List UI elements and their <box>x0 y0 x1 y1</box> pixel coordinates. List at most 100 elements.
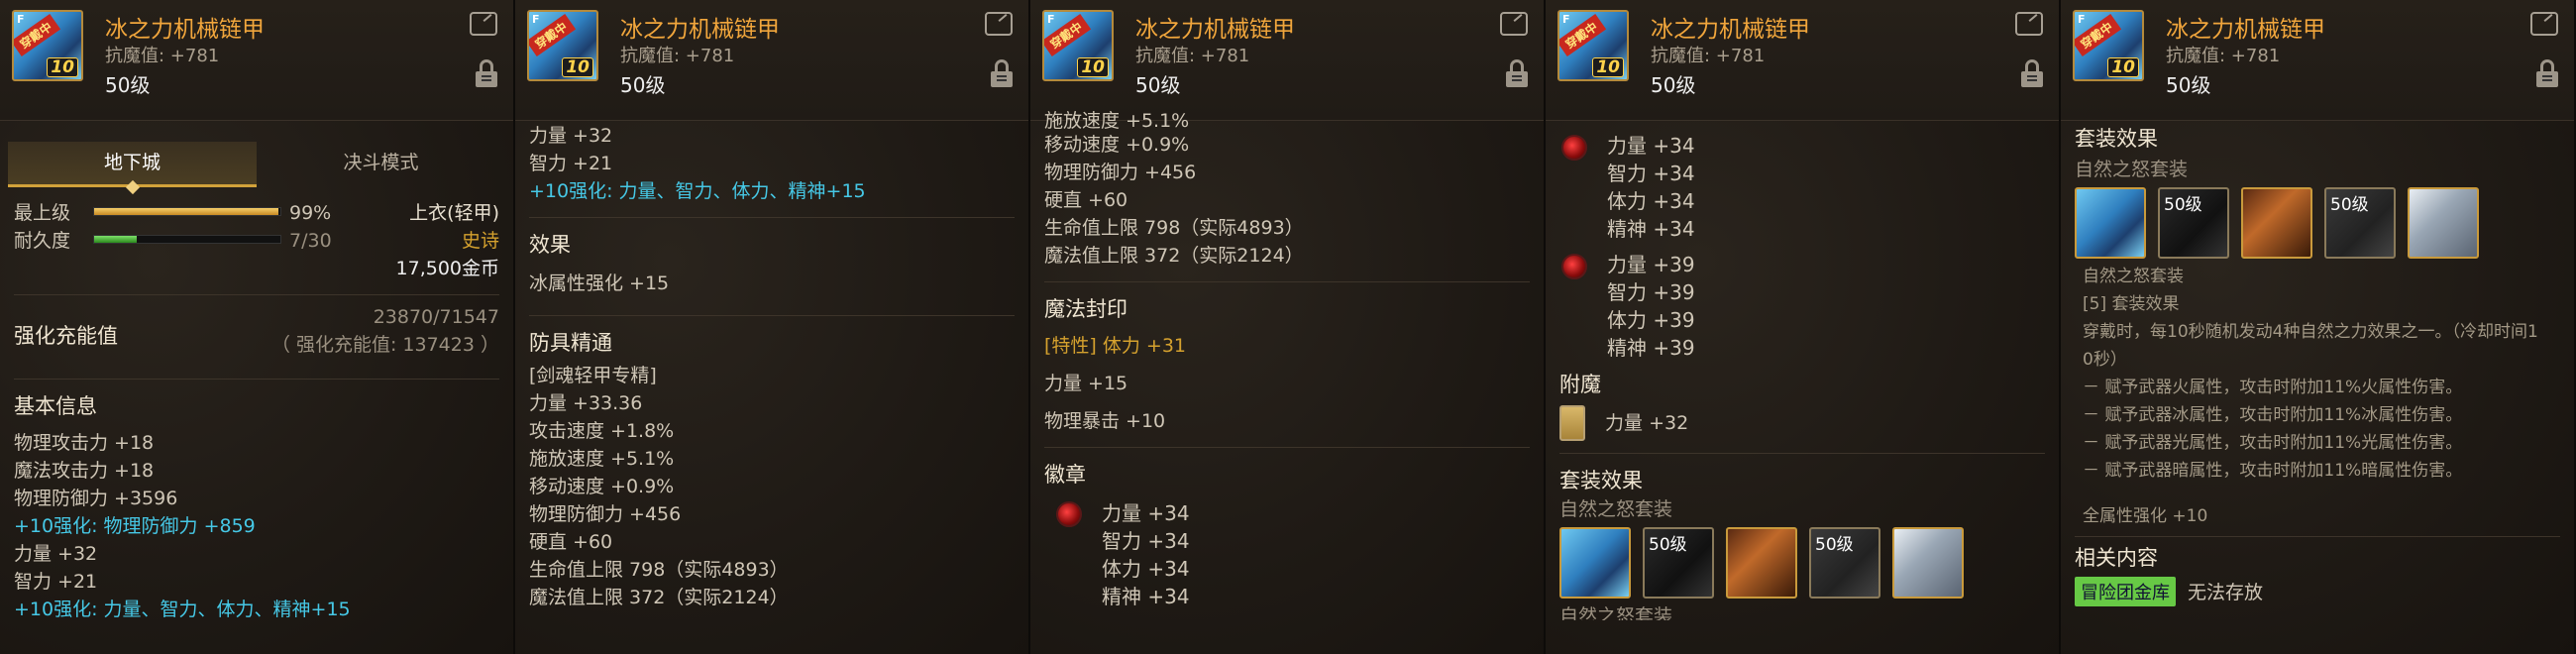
item-icon: F 穿戴中 10 <box>2073 10 2144 81</box>
item-header: F 穿戴中 10 冰之力机械链甲 抗魔值: +781 50级 <box>1546 0 2059 121</box>
item-header: F 穿戴中 10 冰之力机械链甲 抗魔值: +781 50级 <box>2061 0 2574 121</box>
set-item-4[interactable]: 50级 <box>2324 187 2396 259</box>
set-item-5[interactable] <box>1892 527 1964 599</box>
item-icon: F 穿戴中 10 <box>1042 10 1114 81</box>
item-name: 冰之力机械链甲 <box>1651 17 1810 43</box>
lock-icon[interactable] <box>1506 59 1528 87</box>
durability-bar <box>93 235 281 244</box>
adventure-vault-button[interactable]: 冒险团金库 <box>2075 577 2176 606</box>
stat-line: 硬直 +60 <box>1044 189 1128 211</box>
item-resist: 抗魔值: +781 <box>1651 46 1766 66</box>
mastery-line: 移动速度 +0.9% <box>529 476 675 497</box>
set-name-cut: 自然之怒套装 <box>1559 605 1673 620</box>
set-item-armor[interactable] <box>2075 187 2146 259</box>
item-name: 冰之力机械链甲 <box>1135 17 1295 43</box>
emblem-line: 力量 +34 <box>1102 501 1190 525</box>
mastery-title: 防具精通 <box>529 331 612 355</box>
set-title: 套装效果 <box>2075 127 2158 151</box>
lock-icon[interactable] <box>2021 59 2043 87</box>
all-attr-line: 全属性强化 +10 <box>2083 506 2208 526</box>
set-effect-line: － 赋予武器暗属性，攻击时附加11%暗属性伤害。 <box>2083 461 2463 481</box>
set-item-5[interactable] <box>2408 187 2479 259</box>
lock-icon[interactable] <box>991 59 1013 87</box>
item-level: 50级 <box>620 73 666 97</box>
stat-line: 物理攻击力 +18 <box>14 432 155 454</box>
mastery-line: 硬直 +60 <box>529 531 613 553</box>
enchant-line: 力量 +32 <box>1605 411 1689 434</box>
item-header: F 穿戴中 10 冰之力机械链甲 抗魔值: +781 50级 <box>0 0 513 121</box>
durability-label: 耐久度 <box>14 230 71 252</box>
emblem-line: 体力 +34 <box>1102 557 1190 581</box>
set-effect-line: － 赋予武器火属性，攻击时附加11%火属性伤害。 <box>2083 378 2463 397</box>
grade-bar <box>93 207 281 216</box>
mastery-line: 施放速度 +5.1% <box>529 448 675 470</box>
stat-line: 生命值上限 798（实际4893） <box>1044 217 1304 239</box>
mastery-sub: [剑魂轻甲专精] <box>529 365 657 386</box>
item-header: F 穿戴中 10 冰之力机械链甲 抗魔值: +781 50级 <box>515 0 1028 121</box>
tab-pvp[interactable]: 决斗模式 <box>257 142 505 187</box>
stat-line: 力量 +32 <box>529 125 613 147</box>
item-slot: 上衣(轻甲) <box>409 202 499 224</box>
item-icon: F 穿戴中 10 <box>527 10 598 81</box>
stat-line: 物理防御力 +3596 <box>14 488 178 509</box>
stat-line: 智力 +21 <box>529 153 613 174</box>
share-icon[interactable] <box>470 12 497 36</box>
mastery-line: 物理防御力 +456 <box>529 503 682 525</box>
set-title: 套装效果 <box>1559 469 1643 492</box>
tab-dungeon[interactable]: 地下城 <box>8 142 257 187</box>
set-count: [5] 套装效果 <box>2083 294 2180 314</box>
emblem-title: 徽章 <box>1044 463 1086 487</box>
emblem-line: 体力 +39 <box>1607 308 1695 332</box>
stat-line: 魔法攻击力 +18 <box>14 460 155 482</box>
set-item-4[interactable]: 50级 <box>1809 527 1880 599</box>
enchant-card-icon <box>1559 405 1585 441</box>
set-effect-line: － 赋予武器冰属性，攻击时附加11%冰属性伤害。 <box>2083 405 2463 425</box>
tooltip-panel-4: F 穿戴中 10 冰之力机械链甲 抗魔值: +781 50级 力量 +34 智力 +… <box>1546 0 2061 654</box>
lock-icon[interactable] <box>2536 59 2558 87</box>
charge-value: 23870/71547 <box>373 306 499 328</box>
lock-icon[interactable] <box>476 59 497 87</box>
stat-line: 魔法值上限 372（实际2124） <box>1044 245 1304 267</box>
tooltip-panel-2: F 穿戴中 10 冰之力机械链甲 抗魔值: +781 50级 力量 +32 智力 +… <box>515 0 1030 654</box>
set-items: 50级 50级 <box>1559 527 2045 599</box>
set-item-3[interactable] <box>2241 187 2312 259</box>
emblem-line: 智力 +34 <box>1102 529 1190 553</box>
share-icon[interactable] <box>985 12 1013 36</box>
related-text: 无法存放 <box>2188 582 2264 603</box>
red-emblem-icon <box>1561 254 1587 279</box>
item-resist: 抗魔值: +781 <box>105 46 220 66</box>
share-icon[interactable] <box>2015 12 2043 36</box>
seal-title: 魔法封印 <box>1044 297 1127 321</box>
red-emblem-icon <box>1561 135 1587 161</box>
grade-label: 最上级 <box>14 202 71 224</box>
item-name: 冰之力机械链甲 <box>2166 17 2325 43</box>
set-item-2[interactable]: 50级 <box>1643 527 1714 599</box>
stat-line: 物理防御力 +456 <box>1044 162 1197 183</box>
item-resist: 抗魔值: +781 <box>1135 46 1250 66</box>
charge-label: 强化充能值 <box>14 324 118 348</box>
seal-line: 力量 +15 <box>1044 373 1128 394</box>
share-icon[interactable] <box>2530 12 2558 36</box>
seal-line: 物理暴击 +10 <box>1044 410 1166 432</box>
red-emblem-icon <box>1056 501 1082 527</box>
item-level: 50级 <box>1135 73 1181 97</box>
share-icon[interactable] <box>1500 12 1528 36</box>
set-item-2[interactable]: 50级 <box>2158 187 2229 259</box>
item-header: F 穿戴中 10 冰之力机械链甲 抗魔值: +781 50级 <box>1030 0 1544 121</box>
stat-line-cut: 施放速度 +5.1% <box>1044 111 1190 131</box>
item-icon: F 穿戴中 10 <box>1557 10 1629 81</box>
price: 17,500金币 <box>395 258 499 279</box>
item-resist: 抗魔值: +781 <box>2166 46 2281 66</box>
stat-line: 智力 +21 <box>14 571 98 593</box>
charge-total: （ 强化充能值: 137423 ） <box>270 334 499 356</box>
set-item-armor[interactable] <box>1559 527 1631 599</box>
mastery-line: 攻击速度 +1.8% <box>529 420 675 442</box>
stat-line: 移动速度 +0.9% <box>1044 134 1190 156</box>
enhance-line: +10强化: 力量、智力、体力、精神+15 <box>529 180 866 202</box>
set-item-3[interactable] <box>1726 527 1797 599</box>
emblem-line: 精神 +34 <box>1102 585 1190 608</box>
item-icon: F 穿戴中 10 <box>12 10 83 81</box>
set-desc-cont: 0秒） <box>2083 350 2127 370</box>
item-level: 50级 <box>1651 73 1696 97</box>
set-name: 自然之怒套装 <box>2075 159 2189 180</box>
